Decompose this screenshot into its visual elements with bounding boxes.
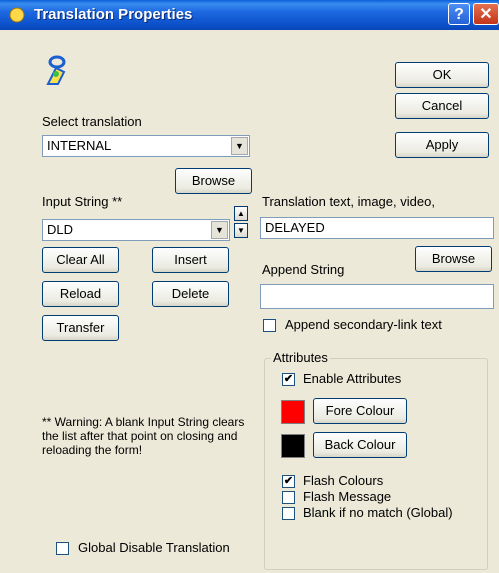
translation-text-label: Translation text, image, video, (262, 194, 435, 209)
title-bar: Translation Properties ? ✕ (0, 0, 499, 30)
help-button[interactable]: ? (448, 3, 470, 25)
chevron-down-icon[interactable]: ▼ (231, 137, 248, 155)
enable-attributes-checkbox[interactable]: ✔ (282, 373, 295, 386)
fore-colour-swatch (281, 400, 305, 424)
reload-button[interactable]: Reload (42, 281, 119, 307)
input-string-combo[interactable]: DLD ▼ (42, 219, 230, 241)
close-button[interactable]: ✕ (473, 3, 499, 25)
dialog-client: OK Cancel Apply Select translation INTER… (0, 30, 499, 573)
apply-button[interactable]: Apply (395, 132, 489, 158)
flash-message-checkbox[interactable] (282, 491, 295, 504)
window-title: Translation Properties (34, 6, 193, 23)
enable-attributes-label: Enable Attributes (303, 371, 402, 386)
flash-message-label: Flash Message (303, 489, 392, 504)
window-icon (9, 7, 25, 23)
blank-if-no-match-label: Blank if no match (Global) (303, 505, 453, 520)
ok-button[interactable]: OK (395, 62, 489, 88)
back-colour-button[interactable]: Back Colour (313, 432, 407, 458)
append-secondary-label: Append secondary-link text (285, 317, 442, 332)
input-string-label: Input String ** (42, 194, 123, 209)
back-colour-swatch (281, 434, 305, 458)
chevron-down-icon[interactable]: ▼ (211, 221, 228, 239)
transfer-button[interactable]: Transfer (42, 315, 119, 341)
flash-colours-label: Flash Colours (303, 473, 384, 488)
warning-text: ** Warning: A blank Input String clears … (42, 415, 245, 457)
browse-translation-button[interactable]: Browse (175, 168, 252, 194)
select-translation-label: Select translation (42, 114, 142, 129)
global-disable-checkbox[interactable] (56, 542, 69, 555)
cancel-button[interactable]: Cancel (395, 93, 489, 119)
translation-text-input[interactable]: DELAYED (260, 217, 494, 239)
attributes-groupbox (264, 358, 488, 570)
insert-button[interactable]: Insert (152, 247, 229, 273)
fore-colour-button[interactable]: Fore Colour (313, 398, 407, 424)
append-string-input[interactable] (260, 284, 494, 309)
clear-all-button[interactable]: Clear All (42, 247, 119, 273)
move-down-arrow-icon[interactable]: ▼ (234, 223, 248, 238)
flash-colours-checkbox[interactable]: ✔ (282, 475, 295, 488)
move-up-arrow-icon[interactable]: ▲ (234, 206, 248, 221)
attributes-title: Attributes (271, 350, 330, 365)
input-string-value: DLD (47, 222, 74, 237)
blank-if-no-match-checkbox[interactable] (282, 507, 295, 520)
key-person-icon (46, 55, 66, 85)
append-secondary-checkbox[interactable] (263, 319, 276, 332)
browse-media-button[interactable]: Browse (415, 246, 492, 272)
select-translation-combo[interactable]: INTERNAL ▼ (42, 135, 250, 157)
delete-button[interactable]: Delete (152, 281, 229, 307)
append-string-label: Append String (262, 262, 345, 277)
select-translation-value: INTERNAL (47, 138, 112, 153)
global-disable-label: Global Disable Translation (78, 540, 230, 555)
